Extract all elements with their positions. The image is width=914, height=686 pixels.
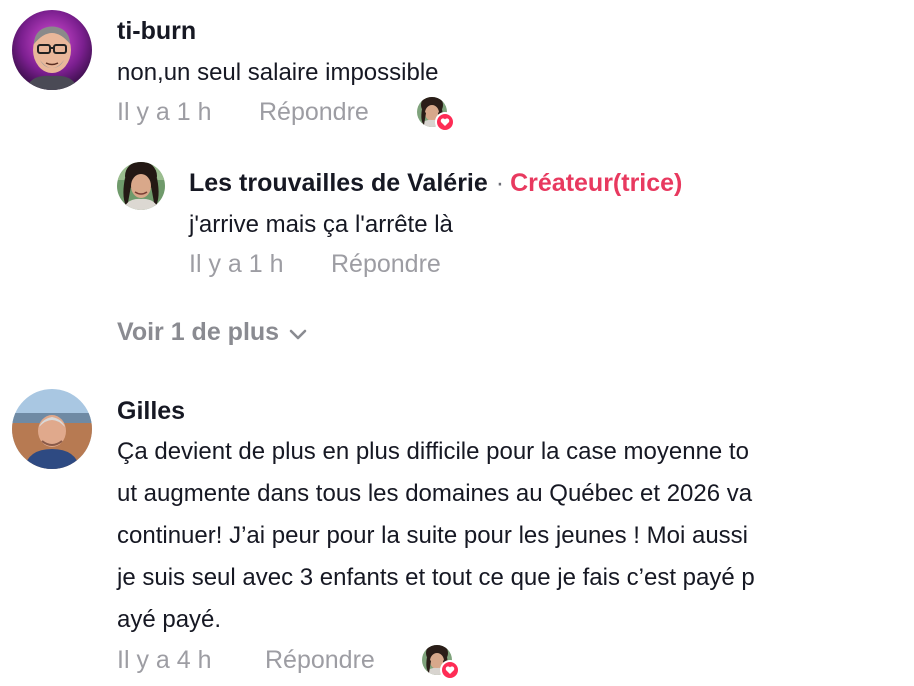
chevron-down-icon — [289, 318, 307, 348]
reply-button[interactable]: Répondre — [265, 645, 375, 675]
woman-avatar-icon — [117, 162, 165, 210]
reply-username[interactable]: Les trouvailles de Valérie — [189, 169, 488, 197]
reply-text: j'arrive mais ça l'arrête là — [189, 211, 453, 238]
avatar-creator[interactable] — [117, 162, 165, 210]
comment-text-line: Ça devient de plus en plus difficile pou… — [117, 438, 749, 465]
comment-username[interactable]: Gilles — [117, 396, 185, 426]
creator-badge: Créateur(trice) — [510, 169, 683, 197]
reply-timestamp: Il y a 1 h — [189, 250, 284, 278]
reply-username-line: Les trouvailles de Valérie · Créateur(tric… — [189, 168, 682, 198]
see-more-replies-button[interactable]: Voir 1 de plus — [117, 317, 307, 348]
comment-text-line: ayé payé. — [117, 606, 222, 633]
comment-meta: Il y a 4 h Répondre — [117, 645, 417, 675]
avatar-ti-burn[interactable] — [12, 10, 92, 90]
comment-text-line: je suis seul avec 3 enfants et tout ce q… — [117, 564, 755, 591]
creator-liked-indicator — [417, 97, 455, 132]
separator-dot: · — [495, 169, 505, 197]
reply-meta: Il y a 1 h Répondre — [189, 249, 489, 279]
comment-text-line: ut augmente dans tous les domaines au Qu… — [117, 480, 753, 507]
comment-text-line: continuer! J’ai peur pour la suite pour … — [117, 522, 749, 549]
reply-button[interactable]: Répondre — [259, 97, 369, 127]
see-more-label: Voir 1 de plus — [117, 318, 280, 346]
heart-icon — [435, 112, 455, 132]
creator-liked-indicator — [422, 645, 460, 680]
cartoon-man-avatar-icon — [12, 10, 92, 90]
comment-timestamp: Il y a 4 h — [117, 646, 212, 674]
comment-timestamp: Il y a 1 h — [117, 98, 212, 126]
man-beach-photo-avatar-icon — [12, 389, 92, 469]
reply-button[interactable]: Répondre — [331, 249, 441, 279]
heart-icon — [440, 660, 460, 680]
comment-text: non,un seul salaire impossible — [117, 59, 439, 86]
avatar-gilles[interactable] — [12, 389, 92, 469]
comment-username[interactable]: ti-burn — [117, 16, 196, 46]
comment-meta: Il y a 1 h Répondre — [117, 97, 417, 127]
